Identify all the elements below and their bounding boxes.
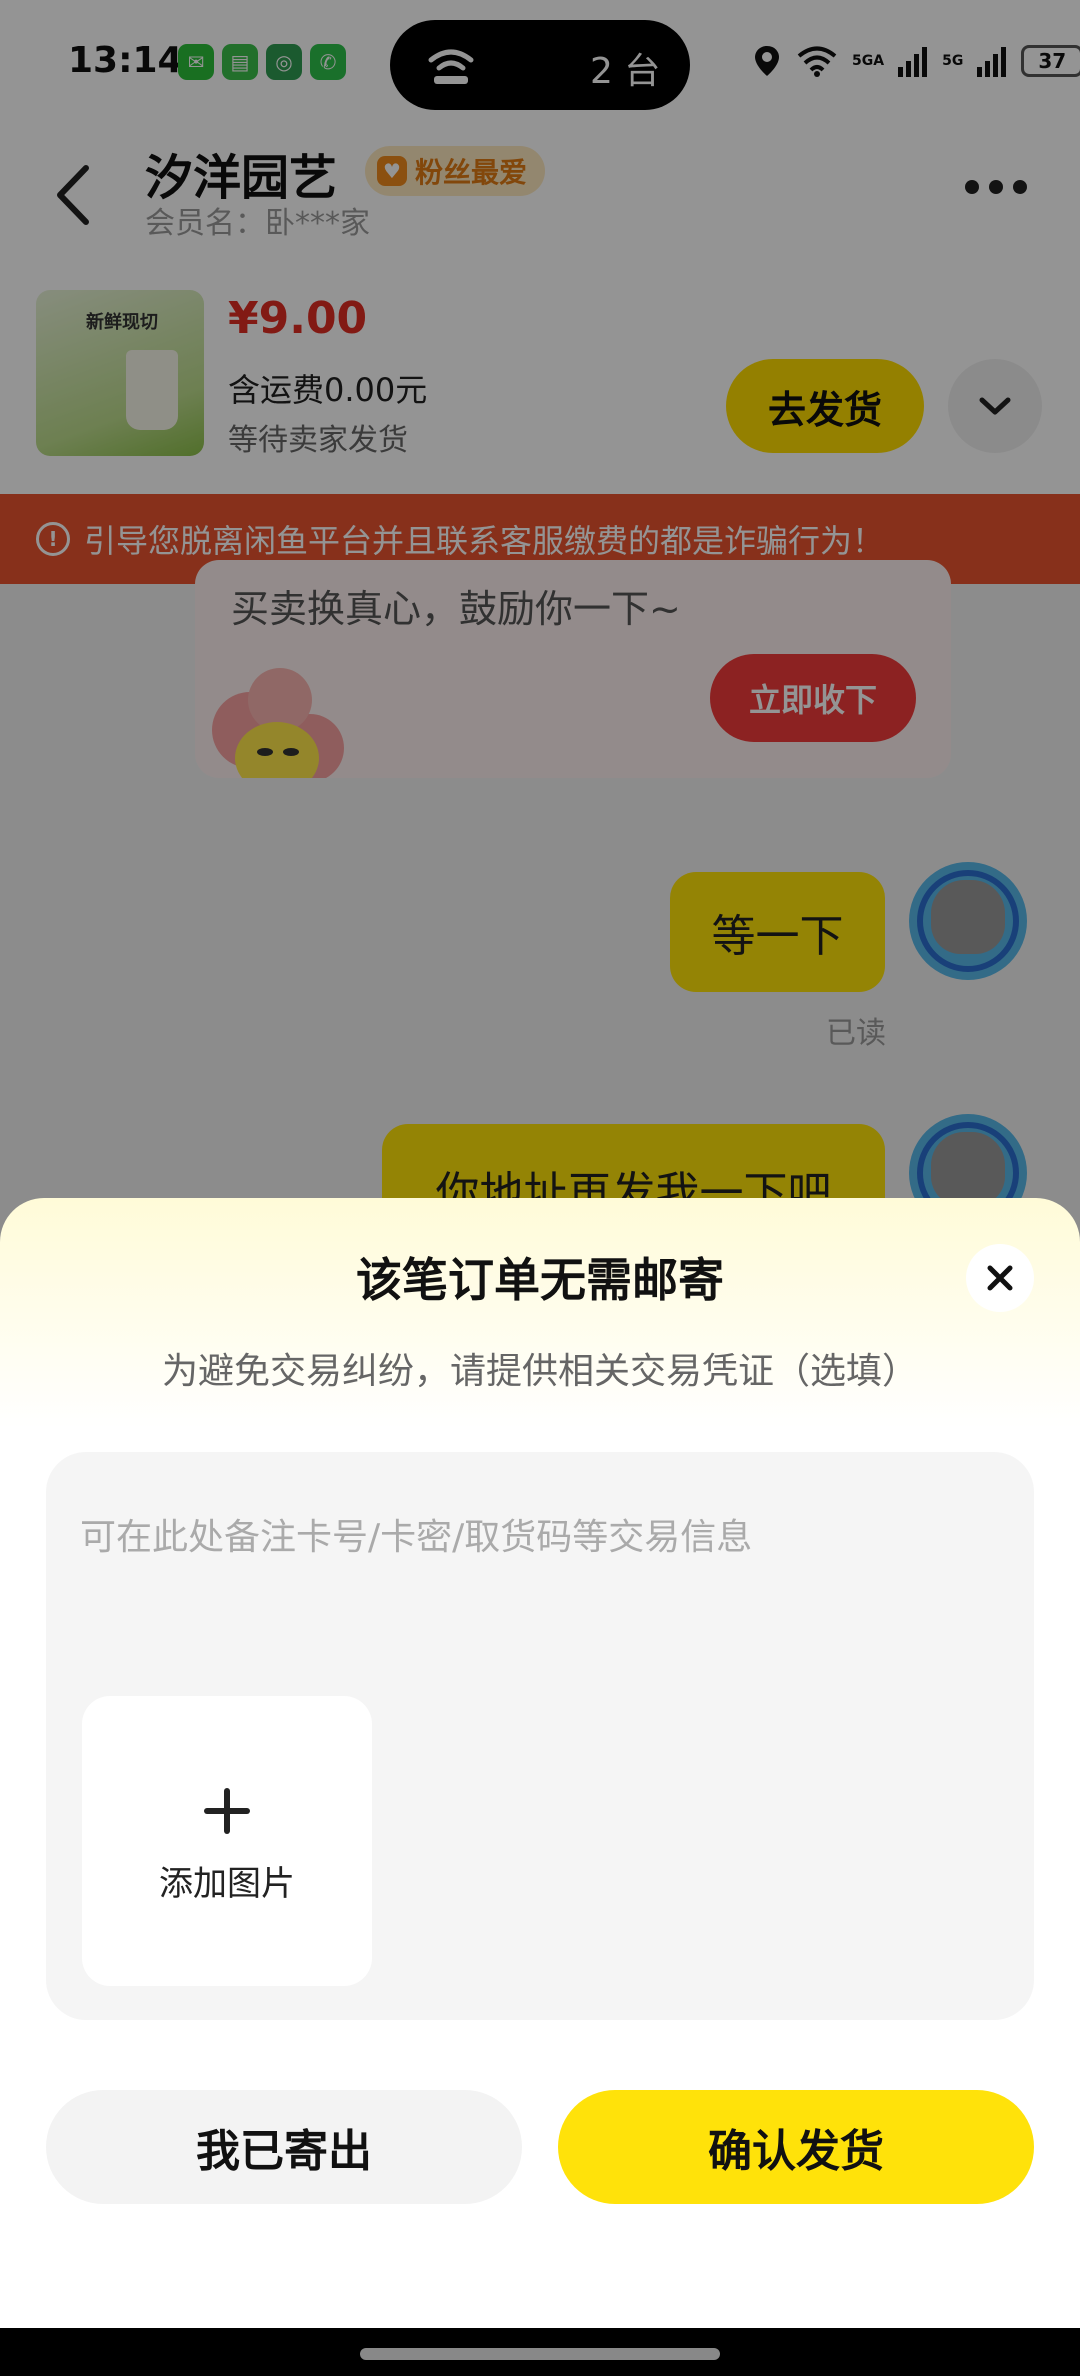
add-image-button[interactable]: 添加图片	[82, 1696, 372, 1986]
plus-icon	[200, 1784, 254, 1838]
transaction-note-area: 添加图片	[46, 1452, 1034, 2020]
transaction-note-input[interactable]	[80, 1508, 1000, 1628]
close-button[interactable]	[966, 1244, 1034, 1312]
already-sent-button[interactable]: 我已寄出	[46, 2090, 522, 2204]
sheet-title: 该笔订单无需邮寄	[356, 1253, 724, 1307]
no-shipping-sheet: 该笔订单无需邮寄 为避免交易纠纷，请提供相关交易凭证（选填） 添加图片 我已寄出…	[0, 1198, 1080, 2328]
sheet-subtitle: 为避免交易纠纷，请提供相关交易凭证（选填）	[161, 1351, 918, 1392]
confirm-ship-button[interactable]: 确认发货	[558, 2090, 1034, 2204]
add-image-label: 添加图片	[159, 1864, 295, 1904]
system-nav-bar	[0, 2328, 1080, 2376]
home-indicator[interactable]	[360, 2348, 720, 2360]
close-icon	[987, 1265, 1013, 1291]
